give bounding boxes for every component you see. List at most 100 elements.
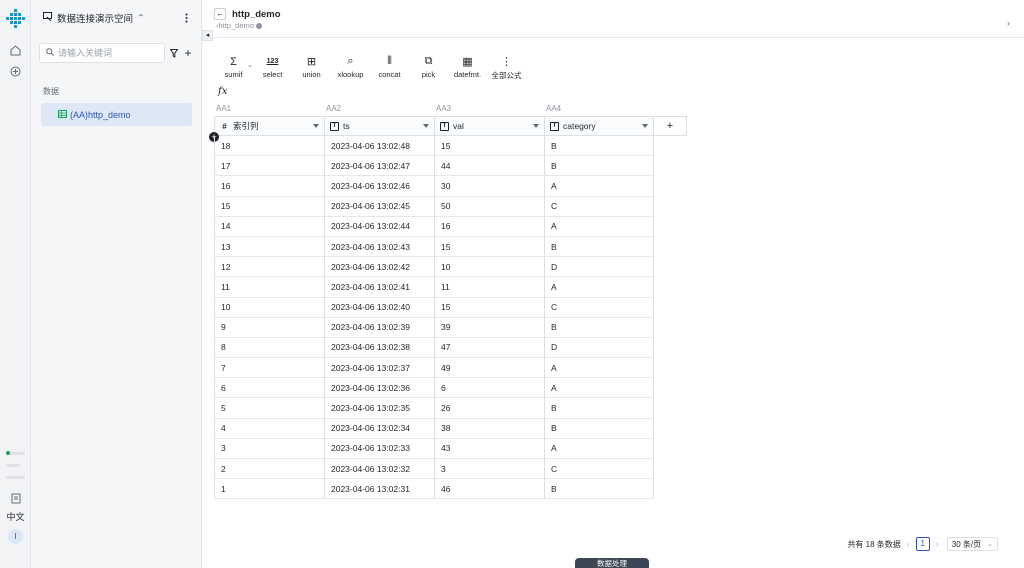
table-cell[interactable]: A: [544, 378, 654, 399]
table-cell[interactable]: 1: [214, 479, 324, 500]
table-cell[interactable]: 15: [214, 196, 324, 217]
table-cell[interactable]: 15: [434, 136, 544, 157]
table-cell[interactable]: A: [544, 358, 654, 379]
table-row[interactable]: 17 2023-04-06 13:02:47 44 B: [214, 156, 654, 177]
table-row[interactable]: 3 2023-04-06 13:02:33 43 A: [214, 438, 654, 459]
table-cell[interactable]: 2023-04-06 13:02:39: [324, 317, 434, 338]
table-cell[interactable]: 38: [434, 418, 544, 439]
tool-datefmt[interactable]: ▦ datefmt.: [448, 54, 487, 82]
table-cell[interactable]: 2: [214, 459, 324, 480]
table-cell[interactable]: 8: [214, 337, 324, 359]
table-cell[interactable]: 2023-04-06 13:02:46: [324, 176, 434, 197]
table-cell[interactable]: B: [544, 236, 654, 258]
home-icon[interactable]: [8, 43, 23, 58]
table-cell[interactable]: D: [544, 337, 654, 359]
table-cell[interactable]: 2023-04-06 13:02:31: [324, 479, 434, 500]
data-processing-tab[interactable]: 数据处理: [575, 558, 649, 568]
table-cell[interactable]: 50: [434, 196, 544, 217]
table-cell[interactable]: 2023-04-06 13:02:42: [324, 257, 434, 278]
table-cell[interactable]: 7: [214, 358, 324, 379]
sidebar-item-http-demo[interactable]: (AA)http_demo: [41, 103, 192, 126]
fx-icon[interactable]: fx: [218, 86, 227, 97]
table-cell[interactable]: 10: [214, 297, 324, 318]
table-row[interactable]: 9 2023-04-06 13:02:39 39 B: [214, 317, 654, 338]
table-cell[interactable]: 2023-04-06 13:02:35: [324, 398, 434, 419]
column-header-index[interactable]: # 索引列: [214, 116, 324, 136]
table-cell[interactable]: B: [544, 136, 654, 157]
table-cell[interactable]: 30: [434, 176, 544, 197]
table-cell[interactable]: 3: [434, 459, 544, 480]
table-row[interactable]: 5 2023-04-06 13:02:35 26 B: [214, 398, 654, 419]
column-header-val[interactable]: T val: [434, 116, 544, 136]
table-cell[interactable]: B: [544, 317, 654, 338]
table-row[interactable]: 14 2023-04-06 13:02:44 16 A: [214, 216, 654, 237]
table-cell[interactable]: 6: [434, 378, 544, 399]
table-cell[interactable]: 10: [434, 257, 544, 278]
add-item-button[interactable]: +: [182, 46, 194, 60]
table-cell[interactable]: 2023-04-06 13:02:34: [324, 418, 434, 439]
tool-pick[interactable]: ⧉ pick: [409, 54, 448, 82]
table-row[interactable]: 6 2023-04-06 13:02:36 6 A: [214, 378, 654, 399]
sort-caret-icon[interactable]: [423, 124, 429, 128]
table-cell[interactable]: 2023-04-06 13:02:44: [324, 216, 434, 237]
table-row[interactable]: 1 2023-04-06 13:02:31 46 B: [214, 479, 654, 500]
table-row[interactable]: 7 2023-04-06 13:02:37 49 A: [214, 358, 654, 379]
table-cell[interactable]: 15: [434, 236, 544, 258]
table-cell[interactable]: 2023-04-06 13:02:48: [324, 136, 434, 157]
table-cell[interactable]: 3: [214, 438, 324, 459]
book-icon[interactable]: [8, 491, 23, 506]
table-row[interactable]: 13 2023-04-06 13:02:43 15 B: [214, 236, 654, 258]
table-cell[interactable]: C: [544, 196, 654, 217]
table-row[interactable]: 10 2023-04-06 13:02:40 15 C: [214, 297, 654, 318]
table-cell[interactable]: 9: [214, 317, 324, 338]
table-cell[interactable]: D: [544, 257, 654, 278]
column-header-category[interactable]: T category: [544, 116, 654, 136]
tool-sumif[interactable]: Σsumif ⌄: [214, 54, 253, 82]
add-column-button[interactable]: +: [654, 116, 687, 136]
table-cell[interactable]: 11: [434, 277, 544, 298]
table-cell[interactable]: 49: [434, 358, 544, 379]
table-cell[interactable]: B: [544, 398, 654, 419]
table-cell[interactable]: B: [544, 479, 654, 500]
workspace-selector[interactable]: 数据连接演示空间 ⌃: [43, 11, 193, 25]
table-cell[interactable]: 2023-04-06 13:02:45: [324, 196, 434, 217]
search-input[interactable]: [58, 48, 158, 58]
tool-[interactable]: ⋮ 全部公式: [487, 54, 526, 82]
table-cell[interactable]: 2023-04-06 13:02:40: [324, 297, 434, 318]
table-row[interactable]: 16 2023-04-06 13:02:46 30 A: [214, 176, 654, 197]
table-cell[interactable]: C: [544, 297, 654, 318]
sort-caret-icon[interactable]: [533, 124, 539, 128]
tool-union[interactable]: ⊞ union: [292, 54, 331, 82]
table-cell[interactable]: B: [544, 156, 654, 177]
tool-concat[interactable]: ⦀ concat: [370, 54, 409, 82]
table-cell[interactable]: 14: [214, 216, 324, 237]
table-cell[interactable]: 2023-04-06 13:02:47: [324, 156, 434, 177]
table-cell[interactable]: 6: [214, 378, 324, 399]
table-cell[interactable]: A: [544, 277, 654, 298]
table-cell[interactable]: 2023-04-06 13:02:41: [324, 277, 434, 298]
back-button[interactable]: ←: [214, 8, 226, 20]
table-cell[interactable]: 12: [214, 257, 324, 278]
tool-xlookup[interactable]: ⌕ xlookup: [331, 54, 370, 82]
table-cell[interactable]: 2023-04-06 13:02:36: [324, 378, 434, 399]
filter-icon[interactable]: [168, 47, 180, 59]
table-cell[interactable]: A: [544, 438, 654, 459]
prev-page-button[interactable]: ‹: [907, 539, 910, 549]
table-row[interactable]: 11 2023-04-06 13:02:41 11 A: [214, 277, 654, 298]
search-box[interactable]: [39, 43, 165, 63]
table-row[interactable]: 2 2023-04-06 13:02:32 3 C: [214, 459, 654, 480]
breadcrumb[interactable]: ‹ http_demo: [216, 21, 262, 30]
table-cell[interactable]: C: [544, 459, 654, 480]
table-cell[interactable]: 26: [434, 398, 544, 419]
table-cell[interactable]: 16: [434, 216, 544, 237]
table-cell[interactable]: 2023-04-06 13:02:32: [324, 459, 434, 480]
next-page-button[interactable]: ›: [936, 539, 939, 549]
table-row[interactable]: 12 2023-04-06 13:02:42 10 D: [214, 257, 654, 278]
table-cell[interactable]: 11: [214, 277, 324, 298]
table-row[interactable]: 4 2023-04-06 13:02:34 38 B: [214, 418, 654, 439]
table-cell[interactable]: 5: [214, 398, 324, 419]
add-circle-icon[interactable]: [8, 64, 23, 79]
tool-select[interactable]: 123 select: [253, 54, 292, 82]
table-cell[interactable]: 16: [214, 176, 324, 197]
table-cell[interactable]: 13: [214, 236, 324, 258]
